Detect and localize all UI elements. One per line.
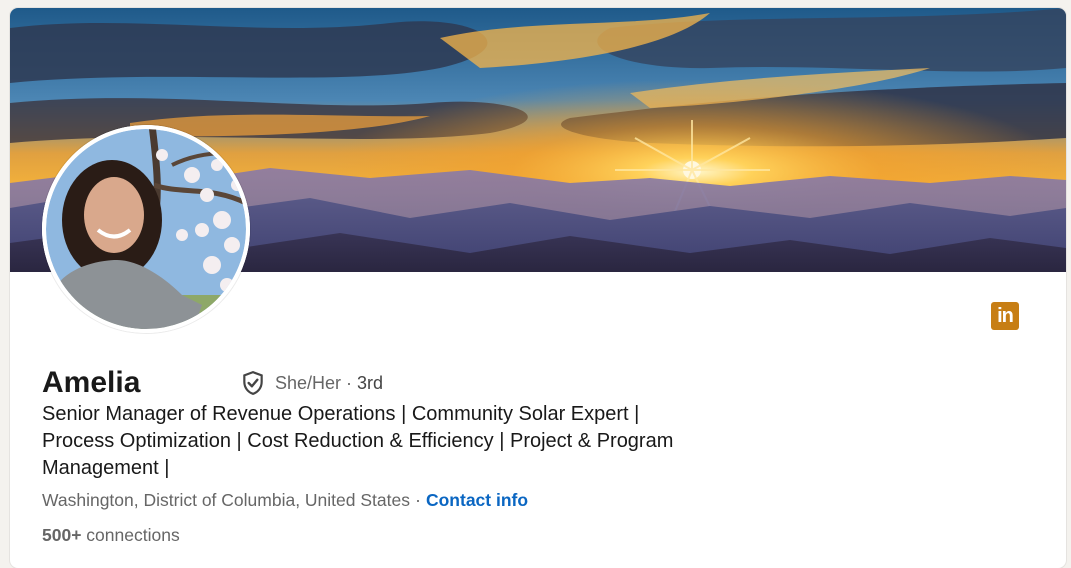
connections-count[interactable]: 500+ connections (42, 525, 180, 546)
connections-label: connections (86, 525, 180, 545)
location-row: Washington, District of Columbia, United… (42, 490, 528, 511)
profile-location: Washington, District of Columbia, United… (42, 490, 410, 510)
connections-number: 500+ (42, 525, 82, 545)
linkedin-logo-icon[interactable]: in (991, 302, 1019, 330)
profile-card: in Amelia She/Her · 3rd Senior Manager o… (10, 8, 1066, 568)
contact-info-link[interactable]: Contact info (426, 490, 528, 511)
connection-degree: 3rd (357, 372, 384, 393)
profile-photo-image (42, 125, 250, 333)
shield-check-icon[interactable] (240, 370, 266, 396)
separator-dot: · (414, 490, 421, 510)
name-row: Amelia She/Her · 3rd (42, 363, 383, 403)
profile-name: Amelia (42, 366, 141, 399)
profile-photo[interactable] (42, 125, 250, 333)
separator-dot: · (346, 372, 353, 393)
profile-headline: Senior Manager of Revenue Operations | C… (42, 403, 674, 479)
pronouns: She/Her (275, 372, 342, 393)
